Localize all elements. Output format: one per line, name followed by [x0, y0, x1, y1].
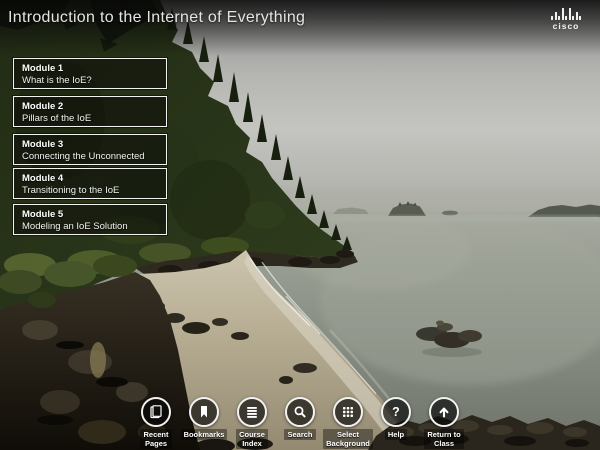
toolbar-button-help[interactable]: ? Help	[372, 397, 420, 449]
module-button-5[interactable]: Module 5 Modeling an IoE Solution	[13, 204, 167, 235]
toolbar-label: Bookmarks	[181, 429, 228, 440]
module-button-1[interactable]: Module 1 What is the IoE?	[13, 58, 167, 89]
toolbar-button-course-index[interactable]: Course Index	[228, 397, 276, 449]
toolbar-button-bookmarks[interactable]: Bookmarks	[180, 397, 228, 449]
toolbar-label: Course Index	[236, 429, 268, 449]
module-subtitle: Pillars of the IoE	[22, 113, 166, 125]
module-button-3[interactable]: Module 3 Connecting the Unconnected	[13, 134, 167, 165]
book-pages-icon	[141, 397, 171, 427]
cisco-logo: cisco	[544, 7, 588, 31]
toolbar-label: Select Background	[323, 429, 373, 449]
list-lines-icon	[237, 397, 267, 427]
module-subtitle: Modeling an IoE Solution	[22, 221, 166, 233]
up-arrow-icon	[429, 397, 459, 427]
toolbar-button-return-to-class[interactable]: Return to Class	[420, 397, 468, 449]
toolbar-label: Recent Pages	[140, 429, 171, 449]
search-icon	[285, 397, 315, 427]
module-subtitle: Transitioning to the IoE	[22, 185, 166, 197]
module-title: Module 4	[22, 173, 166, 184]
svg-text:?: ?	[392, 405, 400, 419]
bottom-toolbar: Recent Pages Bookmarks Course Index Sear…	[132, 397, 468, 449]
header-bar: Introduction to the Internet of Everythi…	[0, 0, 600, 56]
page-title: Introduction to the Internet of Everythi…	[8, 9, 305, 27]
bookmark-icon	[189, 397, 219, 427]
toolbar-label: Help	[385, 429, 407, 440]
cisco-logo-bars-icon	[544, 7, 588, 20]
toolbar-label: Return to Class	[424, 429, 463, 449]
module-title: Module 5	[22, 209, 166, 220]
toolbar-button-search[interactable]: Search	[276, 397, 324, 449]
cisco-logo-text: cisco	[544, 21, 588, 31]
module-title: Module 1	[22, 63, 166, 74]
course-home-screen: Introduction to the Internet of Everythi…	[0, 0, 600, 450]
toolbar-label: Search	[284, 429, 315, 440]
module-subtitle: What is the IoE?	[22, 75, 166, 87]
toolbar-button-recent-pages[interactable]: Recent Pages	[132, 397, 180, 449]
question-mark-icon: ?	[381, 397, 411, 427]
toolbar-button-select-background[interactable]: Select Background	[324, 397, 372, 449]
grid-dots-icon	[333, 397, 363, 427]
module-subtitle: Connecting the Unconnected	[22, 151, 166, 163]
module-title: Module 3	[22, 139, 166, 150]
module-button-2[interactable]: Module 2 Pillars of the IoE	[13, 96, 167, 127]
module-title: Module 2	[22, 101, 166, 112]
module-button-4[interactable]: Module 4 Transitioning to the IoE	[13, 168, 167, 199]
